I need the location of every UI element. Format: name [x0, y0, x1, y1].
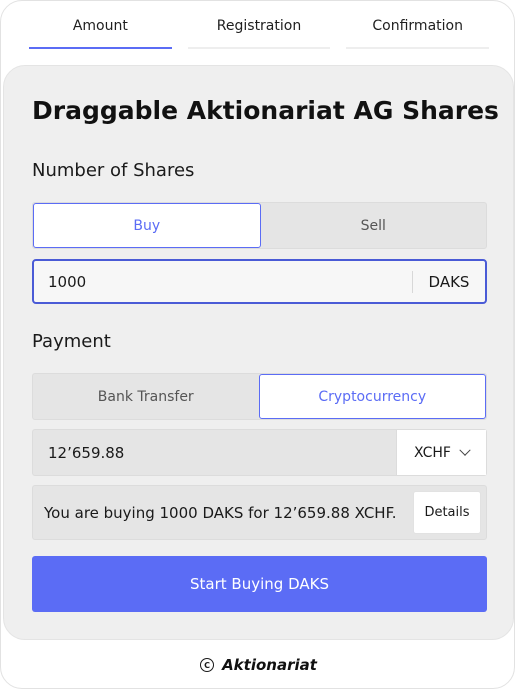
step-amount[interactable]: Amount — [29, 1, 172, 49]
payment-amount-value[interactable]: 12’659.88 — [33, 444, 396, 462]
step-tabs: Amount Registration Confirmation — [29, 1, 490, 49]
step-confirmation-label: Confirmation — [372, 18, 463, 34]
shares-unit: DAKS — [428, 272, 470, 291]
buy-button[interactable]: Buy — [33, 203, 261, 248]
summary-text: You are buying 1000 DAKS for 12’659.88 X… — [44, 503, 397, 522]
copyright-icon: C — [200, 658, 215, 672]
step-amount-label: Amount — [72, 18, 128, 34]
payment-method-toggle: Bank Transfer Cryptocurrency — [32, 373, 487, 420]
details-button[interactable]: Details — [413, 491, 481, 534]
bank-transfer-button[interactable]: Bank Transfer — [33, 374, 259, 419]
shares-section-label: Number of Shares — [32, 160, 195, 181]
app-frame: Amount Registration Confirmation Draggab… — [0, 0, 515, 689]
trade-toggle: Buy Sell — [32, 202, 487, 249]
payment-section-label: Payment — [32, 331, 111, 352]
currency-select[interactable]: XCHF — [396, 430, 486, 475]
footer: C Aktionariat — [1, 653, 514, 677]
step-registration-label: Registration — [216, 18, 302, 34]
shares-amount-field: DAKS — [32, 259, 487, 304]
step-registration-indicator — [187, 47, 331, 49]
purchase-summary: You are buying 1000 DAKS for 12’659.88 X… — [32, 485, 487, 540]
shares-amount-input[interactable] — [34, 261, 412, 302]
cryptocurrency-button[interactable]: Cryptocurrency — [258, 374, 486, 419]
footer-brand[interactable]: Aktionariat — [222, 656, 317, 674]
start-buying-button[interactable]: Start Buying DAKS — [32, 556, 487, 612]
step-confirmation-indicator — [346, 47, 490, 49]
chevron-down-icon — [459, 444, 471, 456]
step-registration[interactable]: Registration — [187, 1, 331, 49]
currency-label: XCHF — [414, 444, 451, 461]
purchase-card: Draggable Aktionariat AG Shares Number o… — [3, 65, 514, 640]
payment-amount-field: 12’659.88 XCHF — [32, 429, 487, 476]
card-title: Draggable Aktionariat AG Shares — [32, 96, 499, 125]
step-amount-indicator — [29, 47, 172, 49]
step-confirmation[interactable]: Confirmation — [346, 1, 490, 49]
sell-button[interactable]: Sell — [261, 203, 487, 248]
